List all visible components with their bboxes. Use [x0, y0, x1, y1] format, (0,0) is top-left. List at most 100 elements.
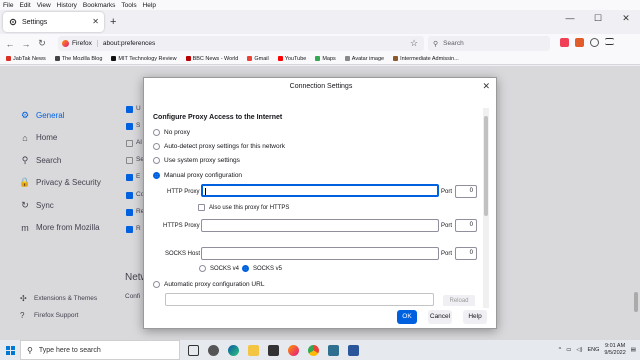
chevron-up-icon[interactable]: ^ [559, 347, 562, 353]
http-proxy-label: HTTP Proxy [167, 189, 200, 195]
downloads-icon[interactable] [575, 38, 584, 47]
firefox-support-link[interactable]: ? Firefox Support [20, 307, 97, 324]
minimize-button[interactable]: — [556, 13, 584, 24]
http-port-input[interactable]: 0 [455, 185, 477, 198]
firefox-taskbar-icon[interactable] [288, 344, 299, 356]
menu-icon[interactable] [605, 38, 614, 45]
language-indicator[interactable]: ENG [587, 347, 599, 353]
account-icon[interactable] [590, 38, 599, 47]
radio-circle [153, 143, 160, 150]
page-scrollbar[interactable] [634, 292, 638, 312]
bookmark-item[interactable]: Avatar image [344, 56, 384, 62]
tab-title: Settings [22, 18, 48, 26]
help-button[interactable]: Help [463, 310, 487, 324]
identity-label: Firefox [72, 40, 92, 47]
https-port-input[interactable]: 0 [455, 219, 477, 232]
menu-view[interactable]: View [37, 2, 51, 9]
bookmark-item[interactable]: Gmail [247, 56, 269, 62]
menu-tools[interactable]: Tools [121, 2, 136, 9]
extensions-themes-link[interactable]: ✣ Extensions & Themes [20, 290, 97, 307]
pocket-icon[interactable] [560, 38, 569, 47]
file-explorer-icon[interactable] [248, 344, 259, 356]
radio-auto-detect[interactable]: Auto-detect proxy settings for this netw… [153, 143, 285, 150]
windows-start-icon[interactable] [0, 340, 20, 360]
ok-button[interactable]: OK [397, 310, 417, 324]
menu-edit[interactable]: Edit [19, 2, 30, 9]
also-https-checkbox[interactable]: Also use this proxy for HTTPS [198, 204, 289, 211]
back-arrow-icon[interactable]: ← [4, 38, 16, 50]
bookmark-item[interactable]: YouTube [277, 56, 306, 62]
lock-icon: 🔒 [19, 177, 31, 188]
maximize-button[interactable]: ☐ [584, 13, 612, 24]
https-proxy-input[interactable] [201, 219, 439, 232]
sidebar-item-privacy[interactable]: 🔒 Privacy & Security [19, 172, 101, 195]
bookmark-item[interactable]: MIT Technology Review [111, 56, 177, 62]
radio-manual-proxy[interactable]: Manual proxy configuration [153, 172, 242, 179]
store-icon[interactable] [268, 344, 279, 356]
bookmark-item[interactable]: Maps [315, 56, 336, 62]
bookmark-item[interactable]: The Mozilla Blog [54, 56, 102, 62]
pref-checkbox[interactable] [126, 174, 133, 181]
tab-settings[interactable]: Settings ✕ [3, 12, 104, 32]
sidebar-item-sync[interactable]: ↻ Sync [20, 194, 101, 217]
bookmark-item[interactable]: Intermediate Admissin... [393, 56, 459, 62]
chrome-icon[interactable] [308, 344, 319, 356]
auto-config-url-input[interactable] [165, 293, 434, 306]
sidebar-item-more-from-mozilla[interactable]: m More from Mozilla [20, 217, 101, 240]
socks-host-input[interactable] [201, 247, 439, 260]
window-close-button[interactable]: ✕ [612, 13, 640, 24]
bookmark-item[interactable]: JabTak News [6, 56, 46, 62]
menu-bookmarks[interactable]: Bookmarks [83, 2, 116, 9]
pref-checkbox[interactable] [126, 226, 133, 233]
dialog-scrollbar[interactable] [483, 108, 489, 308]
widgets-icon[interactable] [208, 344, 219, 356]
close-icon[interactable]: ✕ [92, 17, 99, 26]
notification-icon[interactable]: ▤ [631, 347, 636, 353]
new-tab-button[interactable]: + [110, 16, 116, 28]
bookmark-star-icon[interactable]: ☆ [410, 38, 418, 49]
task-view-icon[interactable] [188, 344, 199, 356]
bookmarks-toolbar: JabTak News The Mozilla Blog MIT Technol… [0, 53, 640, 65]
bookmark-item[interactable]: BBC News - World [185, 56, 238, 62]
menu-history[interactable]: History [57, 2, 77, 9]
reload-button[interactable]: Reload [443, 295, 475, 306]
word-icon[interactable] [348, 344, 359, 356]
bookmark-favicon-icon [247, 56, 253, 61]
menu-help[interactable]: Help [143, 2, 156, 9]
url-bar[interactable]: Firefox about:preferences [58, 36, 424, 51]
volume-icon[interactable]: ◁) [576, 347, 582, 353]
menu-bar: File Edit View History Bookmarks Tools H… [0, 0, 640, 10]
clock[interactable]: 9:01 AM 9/5/2022 [604, 343, 625, 357]
pref-checkbox[interactable] [126, 140, 133, 147]
pref-checkbox[interactable] [126, 106, 133, 113]
cancel-button[interactable]: Cancel [428, 310, 452, 324]
http-proxy-input[interactable] [201, 184, 439, 197]
radio-circle-selected [242, 265, 249, 272]
app-icon[interactable] [328, 344, 339, 356]
radio-socks-v4[interactable]: SOCKS v4 [199, 265, 239, 272]
sidebar-item-home[interactable]: ⌂ Home [20, 127, 101, 150]
search-icon: ⚲ [433, 40, 439, 48]
reload-icon[interactable]: ↻ [36, 38, 48, 50]
radio-auto-config-url[interactable]: Automatic proxy configuration URL [153, 281, 264, 288]
sidebar-item-general[interactable]: ⚙ General [20, 104, 101, 127]
radio-no-proxy[interactable]: No proxy [153, 129, 190, 136]
taskbar-search-input[interactable]: ⚲ Type here to search [20, 340, 180, 360]
socks-port-input[interactable]: 0 [455, 247, 477, 260]
close-icon[interactable]: ✕ [482, 81, 490, 92]
bookmark-favicon-icon [344, 56, 350, 61]
identity-badge[interactable]: Firefox [62, 40, 98, 47]
radio-system-proxy[interactable]: Use system proxy settings [153, 157, 240, 164]
pref-checkbox[interactable] [126, 192, 133, 199]
scrollbar-thumb[interactable] [484, 116, 488, 216]
pref-checkbox[interactable] [126, 157, 133, 164]
radio-socks-v5[interactable]: SOCKS v5 [242, 265, 282, 272]
search-input[interactable]: ⚲ Search [428, 36, 550, 51]
sidebar-item-search[interactable]: ⚲ Search [20, 149, 101, 172]
pref-checkbox[interactable] [126, 209, 133, 216]
edge-icon[interactable] [228, 344, 239, 356]
network-icon[interactable]: ▭ [566, 347, 571, 353]
forward-arrow-icon[interactable]: → [20, 38, 32, 50]
pref-checkbox[interactable] [126, 123, 133, 130]
menu-file[interactable]: File [3, 2, 13, 9]
